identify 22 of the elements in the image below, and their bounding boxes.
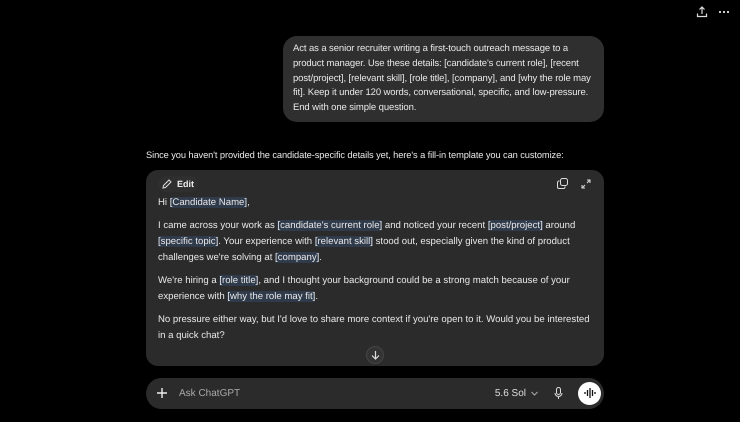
pencil-icon — [162, 178, 172, 189]
edit-button[interactable]: Edit — [158, 176, 198, 192]
message-paragraph: No pressure either way, but I'd love to share more context if you're open to it. Would you be interested in a quick chat? — [158, 312, 591, 343]
share-icon[interactable] — [696, 6, 708, 18]
voice-button[interactable] — [578, 382, 601, 405]
message-input[interactable]: Ask ChatGPT — [177, 386, 485, 400]
waveform-icon — [584, 388, 596, 398]
message-field[interactable]: Ask ChatGPT 5.6 Sol — [146, 378, 604, 409]
more-icon[interactable] — [718, 10, 730, 14]
arrow-down-icon — [370, 350, 380, 360]
user-message: Act as a senior recruiter writing a first-touch outreach message to a product manager. Use these details: [candidate's current role], [recent post/project], [relevant skill], [role title], [company], and [why the role may fit]. Keep it under 120 words, conversational, specific, and low-pressure. End with one simple question. — [283, 36, 604, 122]
plus-icon[interactable] — [157, 388, 167, 398]
message-paragraph: Hi [Candidate Name], — [158, 196, 251, 210]
scroll-down-button[interactable] — [366, 346, 384, 364]
copy-icon[interactable] — [557, 178, 568, 190]
microphone-icon[interactable] — [554, 386, 563, 400]
message-paragraph: We're hiring a [role title], and I thought your background could be a strong match because of your experience with [why the role may fit]. — [158, 274, 571, 304]
expand-icon[interactable] — [581, 178, 591, 189]
assistant-message: Since you haven't provided the candidate-specific details yet, here's a fill-in template you can customize: — [146, 148, 565, 162]
message-paragraph: I came across your work as [candidate's current role] and noticed your recent [post/project] around [specific topic]. Your experience with [relevant skill] stood out, especially given the kind of product challenges we're solving at [company]. — [158, 218, 576, 265]
model-selector[interactable]: 5.6 Sol — [494, 388, 538, 399]
chevron-down-icon — [531, 390, 538, 396]
